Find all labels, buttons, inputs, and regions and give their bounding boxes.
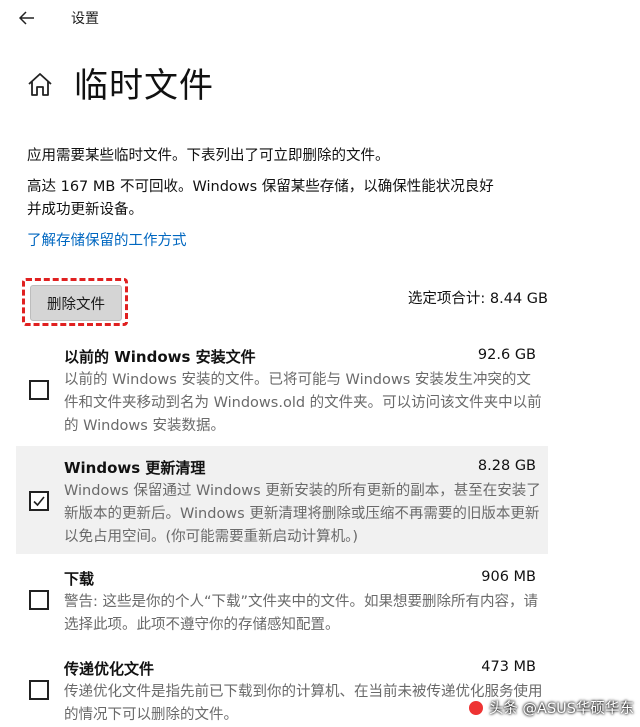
item-name: 下载 [64,570,95,588]
watermark-text: 头条 @ASUS华硕华东 [488,701,634,717]
selected-total: 选定项合计: 8.44 GB [407,291,548,307]
page-title: 临时文件 [74,66,214,106]
item-name: 以前的 Windows 安装文件 [64,348,256,366]
watermark: 头条 @ASUS华硕华东 [466,697,634,718]
window-title: 设置 [71,11,99,27]
item-description: Windows 保留通过 Windows 更新安装的所有更新的副本，甚至在安装了… [64,483,541,545]
item-description: 警告: 这些是你的个人“下载”文件夹中的文件。如果想要删除所有内容，请选择此项。… [64,594,539,633]
learn-storage-reserve-link[interactable]: 了解存储保留的工作方式 [27,229,187,250]
checkbox-checked[interactable] [29,491,49,511]
watermark-logo-icon [466,698,485,717]
checkmark-icon [33,496,45,507]
checkbox[interactable] [29,590,49,610]
item-description: 以前的 Windows 安装的文件。已将可能与 Windows 安装发生冲突的文… [64,372,542,434]
item-name: 传递优化文件 [64,660,155,678]
checkbox[interactable] [29,680,49,700]
back-arrow-icon [19,11,34,25]
item-size: 92.6 GB [477,347,536,363]
back-button[interactable] [14,6,40,30]
list-item-downloads[interactable]: 下载 906 MB 警告: 这些是你的个人“下载”文件夹中的文件。如果想要删除所… [16,558,548,638]
reserve-text-line2: 并成功更新设备。 [27,202,143,218]
item-size: 906 MB [481,569,536,585]
list-item-previous-windows-install[interactable]: 以前的 Windows 安装文件 92.6 GB 以前的 Windows 安装的… [16,336,548,436]
item-name: Windows 更新清理 [64,459,206,477]
checkbox[interactable] [29,380,49,400]
item-size: 8.28 GB [477,458,536,474]
home-icon[interactable] [24,68,56,100]
intro-text: 应用需要某些临时文件。下表列出了可立即删除的文件。 [27,148,390,164]
item-size: 473 MB [481,659,536,675]
list-item-windows-update-cleanup[interactable]: Windows 更新清理 8.28 GB Windows 保留通过 Window… [16,446,548,554]
delete-files-button[interactable]: 删除文件 [30,285,122,321]
